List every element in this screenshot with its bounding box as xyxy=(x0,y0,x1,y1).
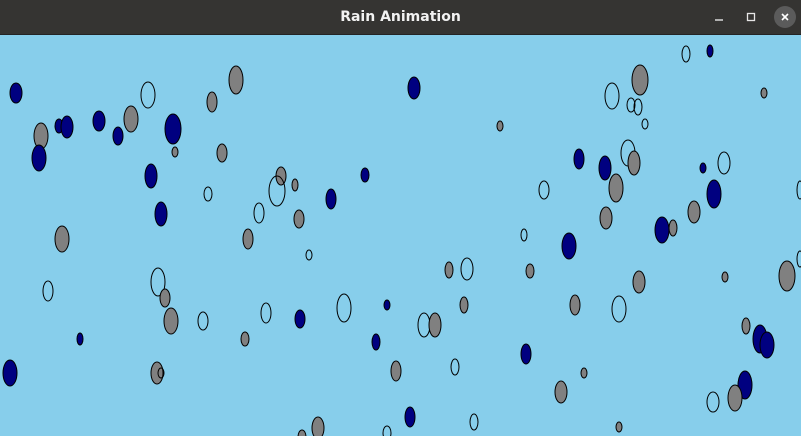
raindrop-gray xyxy=(150,361,164,385)
raindrop-gray xyxy=(228,65,244,95)
raindrop-gray xyxy=(390,360,402,382)
raindrop-gray xyxy=(159,288,171,308)
raindrop-gray xyxy=(632,270,646,294)
raindrop-gray xyxy=(171,146,179,158)
raindrop-gray xyxy=(496,120,504,132)
raindrop-gray xyxy=(54,225,70,253)
raindrop-dark xyxy=(60,115,74,139)
raindrop-dark xyxy=(31,144,47,172)
raindrop-dark xyxy=(759,331,775,359)
raindrop-gray xyxy=(727,384,743,412)
raindrop-gray xyxy=(293,209,305,229)
raindrop-gray xyxy=(206,91,218,113)
raindrop-dark xyxy=(699,162,707,174)
raindrop-dark xyxy=(404,406,416,428)
raindrop-gray xyxy=(459,296,469,314)
raindrop-dark xyxy=(573,148,585,170)
raindrop-dark xyxy=(9,82,23,104)
raindrop-dark xyxy=(706,179,722,209)
raindrop-dark xyxy=(164,113,182,145)
raindrop-dark xyxy=(154,201,168,227)
raindrop-gray xyxy=(123,105,139,133)
raindrop-gray xyxy=(216,143,228,163)
close-button[interactable] xyxy=(774,6,796,28)
raindrop-gray xyxy=(608,173,624,203)
rain-canvas[interactable] xyxy=(0,35,801,436)
raindrop-dark xyxy=(325,188,337,210)
raindrop-gray xyxy=(615,421,623,433)
raindrop-dark xyxy=(371,333,381,351)
raindrop-dark xyxy=(360,167,370,183)
raindrop-dark xyxy=(520,343,532,365)
rain-drawing xyxy=(0,35,801,436)
raindrop-gray xyxy=(240,331,250,347)
raindrop-gray xyxy=(444,261,454,279)
raindrop-gray xyxy=(687,200,701,224)
raindrop-gray xyxy=(627,150,641,176)
raindrop-dark xyxy=(2,359,18,387)
raindrop-gray xyxy=(428,312,442,338)
raindrop-dark xyxy=(598,155,612,181)
raindrop-gray xyxy=(242,228,254,250)
close-icon xyxy=(781,13,789,21)
raindrop-gray xyxy=(569,294,581,316)
raindrop-dark xyxy=(561,232,577,260)
raindrop-gray xyxy=(760,87,768,99)
raindrop-dark xyxy=(76,332,84,346)
minimize-icon xyxy=(715,19,723,21)
window-title: Rain Animation xyxy=(340,9,461,25)
raindrop-gray xyxy=(163,307,179,335)
raindrop-dark xyxy=(706,44,714,58)
maximize-icon xyxy=(746,12,756,22)
raindrop-gray xyxy=(599,206,613,230)
title-bar[interactable]: Rain Animation xyxy=(0,0,801,35)
app-window: Rain Animation xyxy=(0,0,801,436)
raindrop-gray xyxy=(525,263,535,279)
raindrop-dark xyxy=(294,309,306,329)
raindrop-gray xyxy=(291,178,299,192)
raindrop-dark xyxy=(383,299,391,311)
raindrop-gray xyxy=(721,271,729,283)
raindrop-gray xyxy=(580,367,588,379)
raindrop-gray xyxy=(631,64,649,96)
raindrop-gray xyxy=(778,260,796,292)
raindrop-dark xyxy=(654,216,670,244)
raindrop-dark xyxy=(112,126,124,146)
minimize-button[interactable] xyxy=(708,6,730,28)
raindrop-gray xyxy=(668,219,678,237)
raindrop-gray xyxy=(311,416,325,436)
raindrop-gray xyxy=(554,380,568,404)
raindrop-gray xyxy=(741,317,751,335)
maximize-button[interactable] xyxy=(740,6,762,28)
raindrop-dark xyxy=(407,76,421,100)
raindrop-dark xyxy=(92,110,106,132)
raindrop-dark xyxy=(144,163,158,189)
